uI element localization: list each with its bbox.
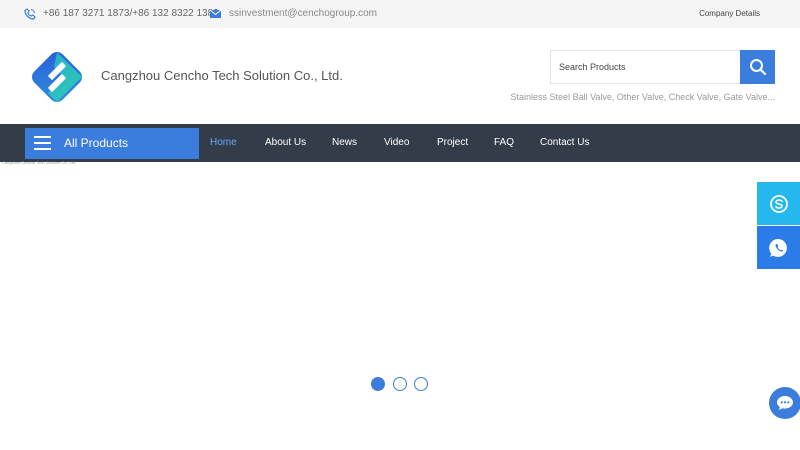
company-name: Cangzhou Cencho Tech Solution Co., Ltd.	[101, 68, 343, 83]
whatsapp-icon	[768, 238, 787, 257]
menu-icon	[34, 136, 51, 150]
nav-item-about-us[interactable]: About Us	[265, 137, 306, 148]
search-icon	[749, 59, 766, 76]
nav-item-news[interactable]: News	[332, 137, 357, 148]
hot-keywords[interactable]: Stainless Steel Ball Valve, Other Valve,…	[511, 92, 775, 102]
main-nav: All Products Home About Us News Video Pr…	[0, 124, 800, 162]
nav-item-home[interactable]: Home	[210, 137, 237, 148]
nav-item-faq[interactable]: FAQ	[494, 137, 514, 148]
slider-dot-3[interactable]	[414, 377, 428, 391]
slider-dot-1[interactable]	[371, 377, 385, 391]
search-input[interactable]	[550, 50, 740, 84]
phone-icon	[24, 8, 36, 20]
banner-caption: Cangzhou Cencho Tech Solution Co., Ltd.	[2, 160, 77, 165]
company-details-link[interactable]: Company Details	[699, 9, 760, 18]
hero-banner	[0, 162, 800, 450]
header: Cangzhou Cencho Tech Solution Co., Ltd. …	[0, 28, 800, 124]
slider-dot-2[interactable]	[393, 377, 407, 391]
search-button[interactable]	[740, 50, 775, 84]
nav-item-video[interactable]: Video	[384, 137, 409, 148]
all-products-label: All Products	[64, 136, 129, 150]
whatsapp-button[interactable]	[757, 226, 800, 269]
mail-icon	[210, 10, 221, 18]
phone-numbers[interactable]: +86 187 3271 1873/+86 132 8322 1383	[43, 8, 219, 19]
company-logo[interactable]	[24, 44, 90, 110]
email-address[interactable]: ssinvestment@cenchogroup.com	[229, 8, 377, 19]
nav-item-contact-us[interactable]: Contact Us	[540, 137, 589, 148]
skype-button[interactable]	[757, 182, 800, 225]
top-bar: +86 187 3271 1873/+86 132 8322 1383 ssin…	[0, 0, 800, 28]
chat-icon	[777, 396, 793, 410]
skype-icon	[769, 194, 788, 213]
nav-item-project[interactable]: Project	[437, 137, 468, 148]
chat-button[interactable]	[769, 387, 800, 419]
all-products-button[interactable]: All Products	[25, 128, 199, 159]
